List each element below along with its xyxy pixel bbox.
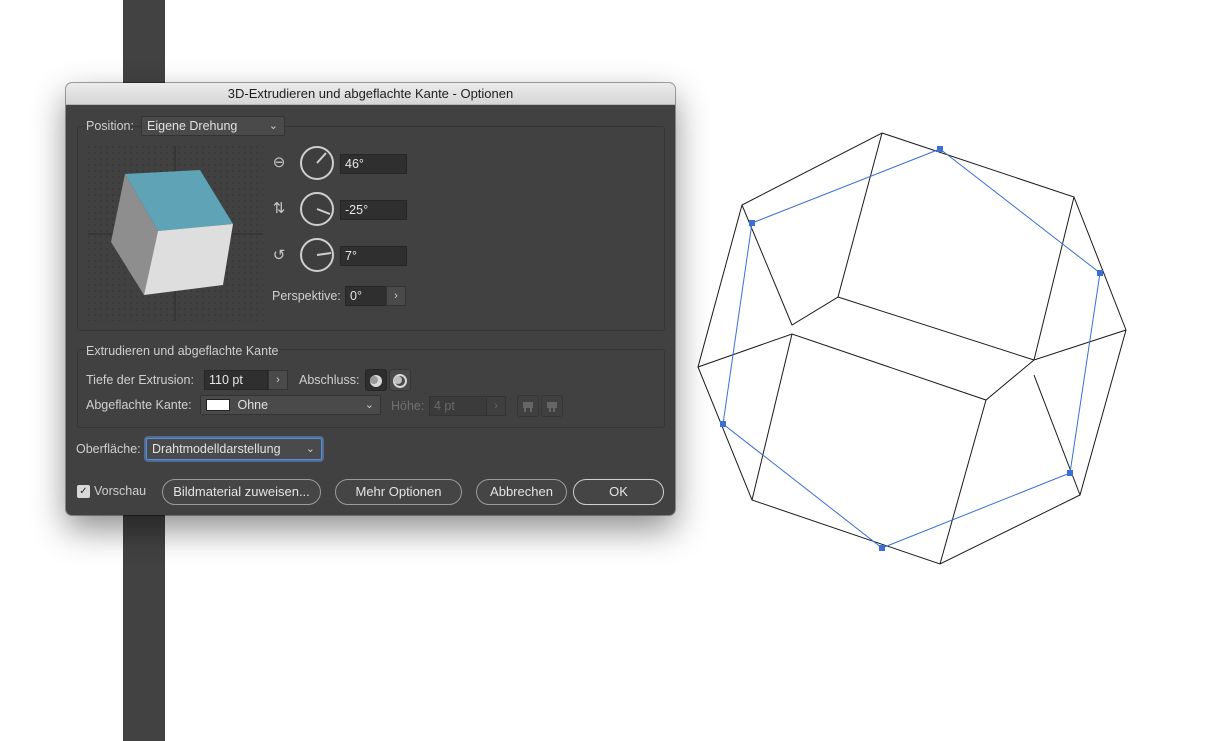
bevel-in-button[interactable] (541, 395, 563, 417)
selection-anchor-points (720, 146, 1103, 551)
chevron-right-icon: › (494, 400, 498, 412)
surface-dropdown[interactable]: Drahtmodelldarstellung ⌄ (146, 438, 322, 460)
track-cube[interactable] (88, 146, 263, 321)
cancel-button[interactable]: Abbrechen (476, 479, 567, 505)
dialog-title: 3D-Extrudieren und abgeflachte Kante - O… (66, 83, 675, 105)
perspective-field[interactable]: 0° (345, 286, 387, 306)
chevron-down-icon: ⌄ (268, 120, 278, 132)
bevel-dropdown[interactable]: Ohne ⌄ (200, 395, 381, 415)
map-art-button[interactable]: Bildmaterial zuweisen... (162, 479, 321, 505)
y-rotation-dial[interactable] (300, 192, 334, 226)
bevel-dropdown-value: Ohne (237, 398, 269, 412)
y-rotation-field[interactable]: -25° (340, 200, 407, 220)
more-options-button[interactable]: Mehr Optionen (335, 479, 462, 505)
cap-off-button[interactable] (389, 369, 411, 391)
height-field[interactable]: 4 pt (429, 396, 487, 416)
preview-label: Vorschau (94, 484, 147, 498)
chevron-down-icon: ⌄ (305, 443, 315, 455)
z-rotation-dial[interactable] (300, 238, 334, 272)
height-label: Höhe: (391, 399, 425, 413)
perspective-stepper[interactable]: › (386, 286, 406, 306)
cap-label: Abschluss: (299, 373, 360, 387)
x-rotation-dial[interactable] (300, 146, 334, 180)
chevron-down-icon: ⌄ (364, 399, 374, 411)
cap-on-button[interactable] (365, 369, 387, 391)
z-rotation-field[interactable]: 7° (340, 246, 407, 266)
x-rotation-field[interactable]: 46° (340, 154, 407, 174)
preview-checkbox[interactable]: ✓ (77, 485, 90, 498)
position-label: Position: (86, 119, 134, 133)
selection-outline (722, 148, 1101, 549)
height-stepper[interactable]: › (486, 396, 506, 416)
extrude-group-title: Extrudieren und abgeflachte Kante (86, 344, 279, 358)
depth-label: Tiefe der Extrusion: (86, 373, 194, 387)
extrusion-depth-field[interactable]: 110 pt (204, 370, 268, 390)
bevel-out-button[interactable] (517, 395, 539, 417)
x-axis-rotation-icon: ⊖ (272, 154, 286, 171)
perspective-label: Perspektive: (272, 289, 341, 303)
position-dropdown[interactable]: Eigene Drehung ⌄ (141, 116, 285, 136)
z-axis-rotation-icon: ↺ (272, 247, 286, 264)
extrusion-depth-stepper[interactable]: › (268, 370, 288, 390)
ok-button[interactable]: OK (573, 479, 664, 505)
cube-right-face (144, 224, 233, 295)
position-dropdown-value: Eigene Drehung (147, 119, 238, 133)
surface-dropdown-value: Drahtmodelldarstellung (152, 442, 281, 456)
bevel-label: Abgeflachte Kante: (86, 398, 192, 412)
surface-label: Oberfläche: (76, 442, 141, 456)
y-axis-rotation-icon: ⇅ (272, 200, 286, 217)
wireframe-edges (697, 132, 1127, 565)
chevron-right-icon: › (276, 374, 280, 386)
chevron-right-icon: › (394, 290, 398, 302)
extrude-bevel-dialog: 3D-Extrudieren und abgeflachte Kante - O… (66, 83, 675, 515)
bevel-swatch-icon (206, 399, 230, 411)
